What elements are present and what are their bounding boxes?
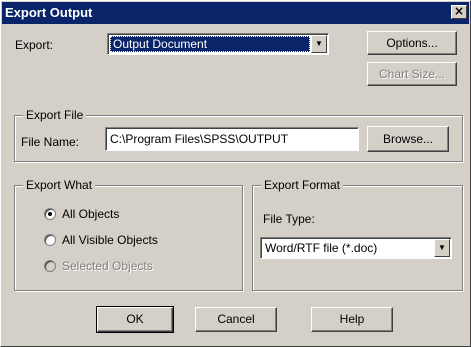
file-type-value: Word/RTF file (*.doc) [265, 241, 378, 255]
export-file-group-title: Export File [23, 108, 87, 122]
options-button[interactable]: Options... [367, 31, 457, 55]
chevron-down-icon[interactable]: ▼ [434, 239, 450, 257]
ok-button[interactable]: OK [96, 306, 174, 333]
title-bar[interactable]: Export Output × [2, 2, 469, 24]
close-icon[interactable]: × [451, 5, 467, 19]
all-visible-objects-label[interactable]: All Visible Objects [62, 233, 158, 247]
file-name-value: C:\Program Files\SPSS\OUTPUT [110, 132, 289, 146]
selected-objects-label: Selected Objects [62, 259, 153, 273]
file-name-label: File Name: [21, 135, 80, 149]
export-output-dialog: Export Output × Export: Output Document … [0, 0, 471, 347]
browse-button[interactable]: Browse... [367, 126, 449, 152]
export-combobox[interactable]: Output Document ▼ [107, 33, 329, 55]
chevron-down-icon[interactable]: ▼ [311, 35, 327, 53]
chart-size-button: Chart Size... [367, 62, 457, 86]
export-format-group-title: Export Format [261, 178, 344, 192]
dialog-title: Export Output [5, 5, 93, 20]
selected-objects-radio [44, 260, 56, 272]
export-selected-value: Output Document [113, 37, 208, 51]
help-button[interactable]: Help [311, 307, 393, 332]
all-visible-objects-radio[interactable] [44, 234, 56, 246]
export-label: Export: [15, 38, 54, 52]
export-selected-highlight: Output Document [110, 36, 310, 52]
file-type-label: File Type: [263, 212, 315, 226]
export-what-group-title: Export What [23, 178, 96, 192]
all-objects-radio[interactable] [44, 208, 56, 220]
file-name-input[interactable]: C:\Program Files\SPSS\OUTPUT [105, 127, 359, 151]
file-type-combobox[interactable]: Word/RTF file (*.doc) ▼ [260, 237, 452, 259]
cancel-button[interactable]: Cancel [195, 307, 277, 332]
all-objects-label[interactable]: All Objects [62, 207, 119, 221]
